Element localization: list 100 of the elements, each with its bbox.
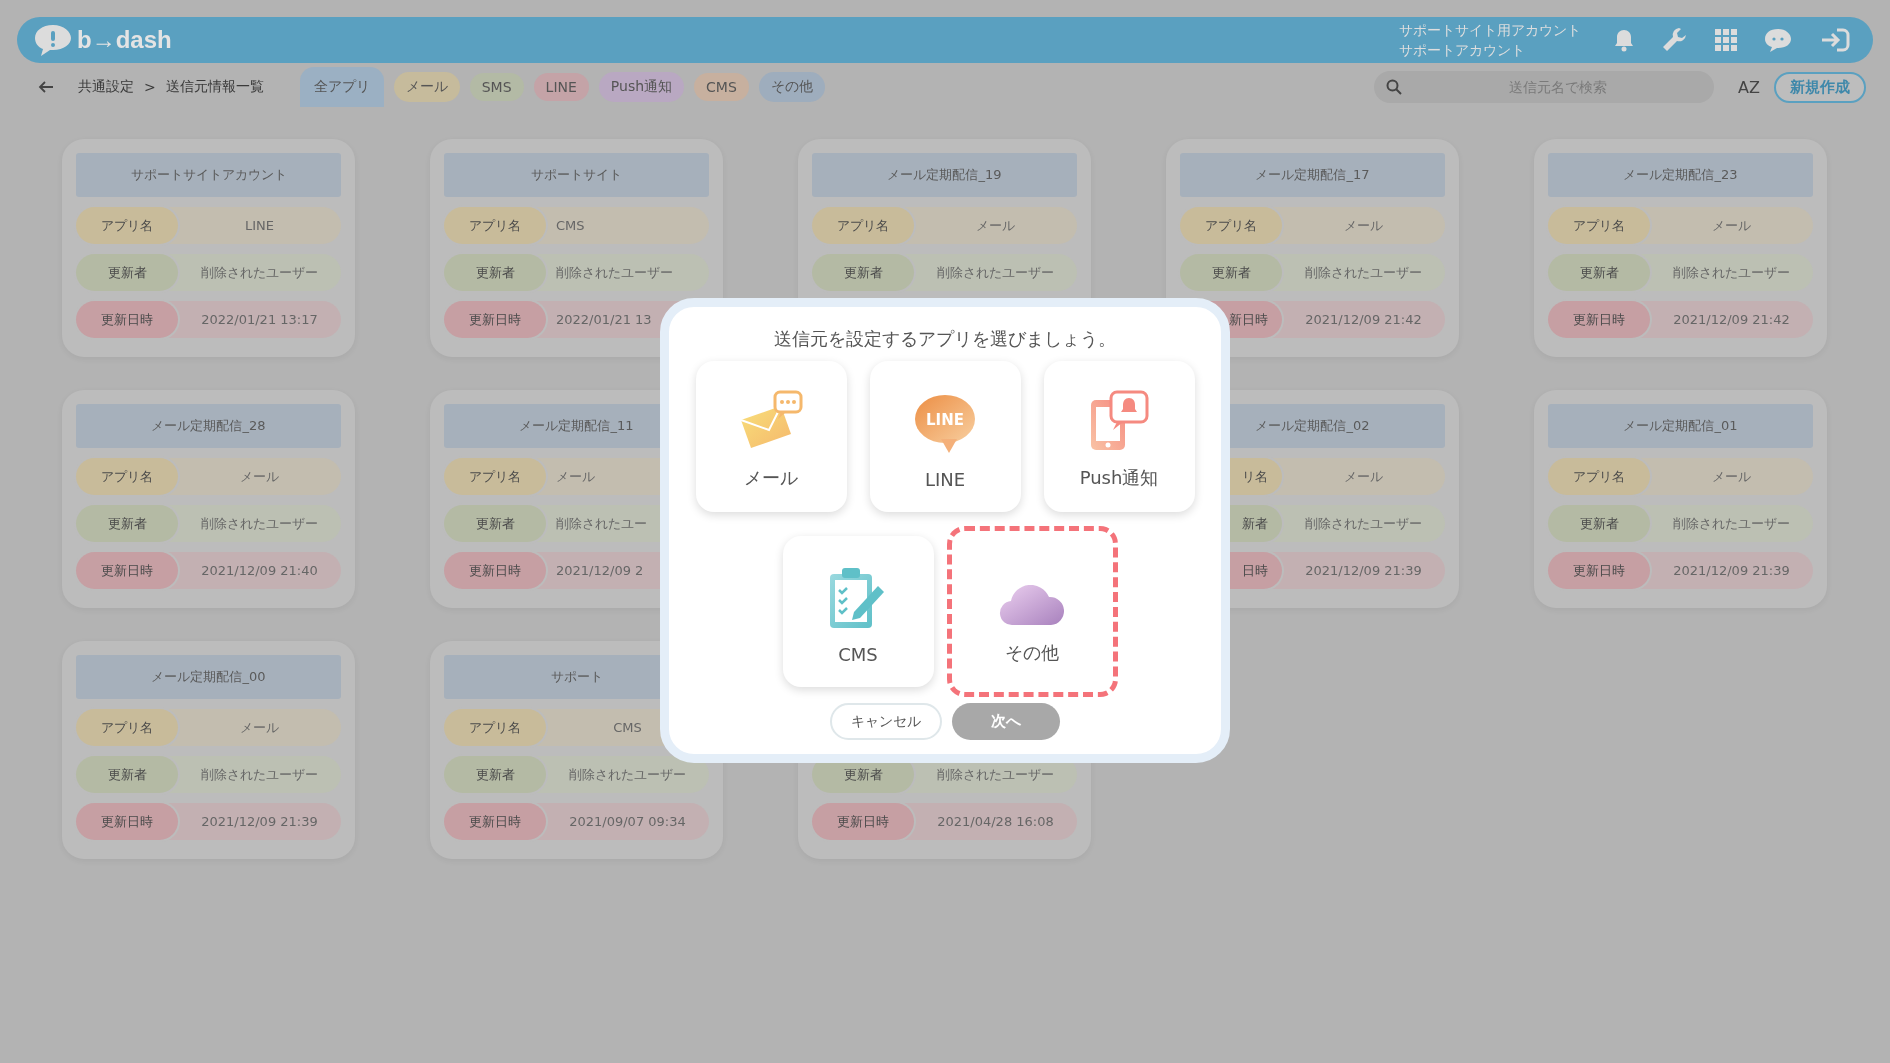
field-value: 2021/09/07 09:34 (568, 813, 687, 831)
account-name: サポートサイト用アカウント (1399, 21, 1581, 40)
field-label: 更新者 (444, 254, 546, 291)
field-label: 更新日時 (76, 301, 178, 338)
field-label: 更新日時 (76, 803, 178, 840)
field-value: 2021/12/09 21:40 (200, 562, 319, 580)
app-option[interactable]: その他 (946, 526, 1118, 697)
filter-tab[interactable]: LINE (533, 73, 589, 101)
field-label: 更新者 (444, 756, 546, 793)
field-value: メール (1711, 216, 1752, 235)
field-label: アプリ名 (812, 207, 914, 244)
card-title: メール定期配信_23 (1548, 153, 1813, 197)
field-label: アプリ名 (444, 458, 546, 495)
field-value: メール (1343, 467, 1384, 486)
breadcrumb-link[interactable]: 共通設定 (78, 78, 134, 96)
field-value: CMS (612, 719, 643, 737)
field-label: 更新日時 (444, 803, 546, 840)
field-value: メール (239, 718, 280, 737)
field-label: 更新者 (76, 756, 178, 793)
app-option[interactable]: CMS (782, 536, 934, 687)
field-value: 削除されたユーザー (200, 765, 319, 784)
filter-tab[interactable]: 全アプリ (299, 67, 384, 107)
wrench-icon[interactable] (1661, 26, 1689, 54)
field-value: 削除されたユーザー (936, 765, 1055, 784)
field-value: メール (239, 467, 280, 486)
field-label: 更新者 (76, 505, 178, 542)
search-icon (1386, 79, 1403, 95)
field-value: 削除されたユーザー (1304, 514, 1423, 533)
card-title: サポートサイト (444, 153, 709, 197)
field-value: メール (1343, 216, 1384, 235)
field-value: 2021/12/09 21:39 (1304, 562, 1423, 580)
filter-tab[interactable]: CMS (694, 73, 749, 101)
logout-icon[interactable] (1819, 27, 1851, 53)
new-button[interactable]: 新規作成 (1774, 71, 1866, 103)
field-label: アプリ名 (1548, 458, 1650, 495)
phone-bell-icon (1089, 390, 1149, 452)
field-label: 更新日時 (444, 552, 546, 589)
card-title: メール定期配信_19 (812, 153, 1077, 197)
speech-bubble-icon (33, 23, 73, 57)
field-value: 削除されたユーザー (1672, 263, 1791, 282)
field-value: LINE (244, 217, 275, 235)
field-value: 削除されたユーザー (1304, 263, 1423, 282)
field-label: アプリ名 (444, 709, 546, 746)
field-value: CMS (555, 217, 586, 235)
account-name: サポートアカウント (1399, 41, 1526, 60)
card-title: メール定期配信_17 (1180, 153, 1445, 197)
field-label: 更新者 (444, 505, 546, 542)
field-value: メール (975, 216, 1016, 235)
field-label: 更新者 (1180, 254, 1282, 291)
field-value: 削除されたユーザー (568, 765, 687, 784)
card-title: メール定期配信_00 (76, 655, 341, 699)
breadcrumb-current: 送信元情報一覧 (165, 78, 264, 96)
filter-tab[interactable]: Push通知 (598, 72, 685, 102)
chat-icon[interactable] (1763, 27, 1793, 53)
card-title: メール定期配信_01 (1548, 404, 1813, 448)
field-value: 削除されたユーザー (555, 263, 674, 282)
field-label: アプリ名 (1180, 207, 1282, 244)
field-value: 2022/01/21 13 (555, 311, 653, 329)
field-label: 更新日時 (1548, 552, 1650, 589)
dialog-title: 送信元を設定するアプリを選びましょう。 (774, 327, 1116, 351)
field-label: 更新者 (1548, 254, 1650, 291)
cancel-button[interactable]: キャンセル (830, 703, 942, 740)
field-label: アプリ名 (444, 207, 546, 244)
breadcrumb-separator: > (144, 79, 156, 95)
field-value: 削除されたユーザー (200, 263, 319, 282)
field-label: アプリ名 (76, 709, 178, 746)
app-option[interactable]: Push通知 (1043, 361, 1195, 512)
filter-tab[interactable]: メール (393, 72, 460, 102)
field-label: 更新者 (1548, 505, 1650, 542)
bell-icon[interactable] (1613, 28, 1635, 52)
card-title: メール定期配信_28 (76, 404, 341, 448)
app-option[interactable]: LINE LINE (869, 361, 1021, 512)
field-label: 更新者 (812, 254, 914, 291)
field-label: 更新日時 (76, 552, 178, 589)
field-label: 更新日時 (1548, 301, 1650, 338)
field-value: 削除されたユー (555, 514, 648, 533)
field-value: 2021/12/09 2 (555, 562, 645, 580)
field-value: 削除されたユーザー (200, 514, 319, 533)
grid-icon[interactable] (1715, 29, 1737, 51)
field-value: 2021/12/09 21:42 (1672, 311, 1791, 329)
field-label: 更新日時 (812, 803, 914, 840)
field-value: 2021/12/09 21:42 (1304, 311, 1423, 329)
filter-tab[interactable]: その他 (758, 72, 825, 102)
field-value: 削除されたユーザー (1672, 514, 1791, 533)
field-label: アプリ名 (76, 458, 178, 495)
field-label: アプリ名 (76, 207, 178, 244)
field-label: 更新者 (76, 254, 178, 291)
field-label: アプリ名 (1548, 207, 1650, 244)
field-value: 2021/12/09 21:39 (200, 813, 319, 831)
back-arrow-icon[interactable] (38, 80, 54, 94)
field-value: メール (555, 467, 596, 486)
field-value: 削除されたユーザー (936, 263, 1055, 282)
card-title: サポートサイトアカウント (76, 153, 341, 197)
logo-text: LINE (926, 411, 964, 429)
field-value: 2022/01/21 13:17 (200, 311, 319, 329)
app-option[interactable]: メール (695, 361, 847, 512)
speech-bubble-icon (915, 395, 975, 453)
logo-text[interactable]: b→dash (77, 26, 172, 54)
filter-tab[interactable]: SMS (469, 73, 524, 101)
sort-button[interactable]: AZ (1734, 77, 1764, 97)
